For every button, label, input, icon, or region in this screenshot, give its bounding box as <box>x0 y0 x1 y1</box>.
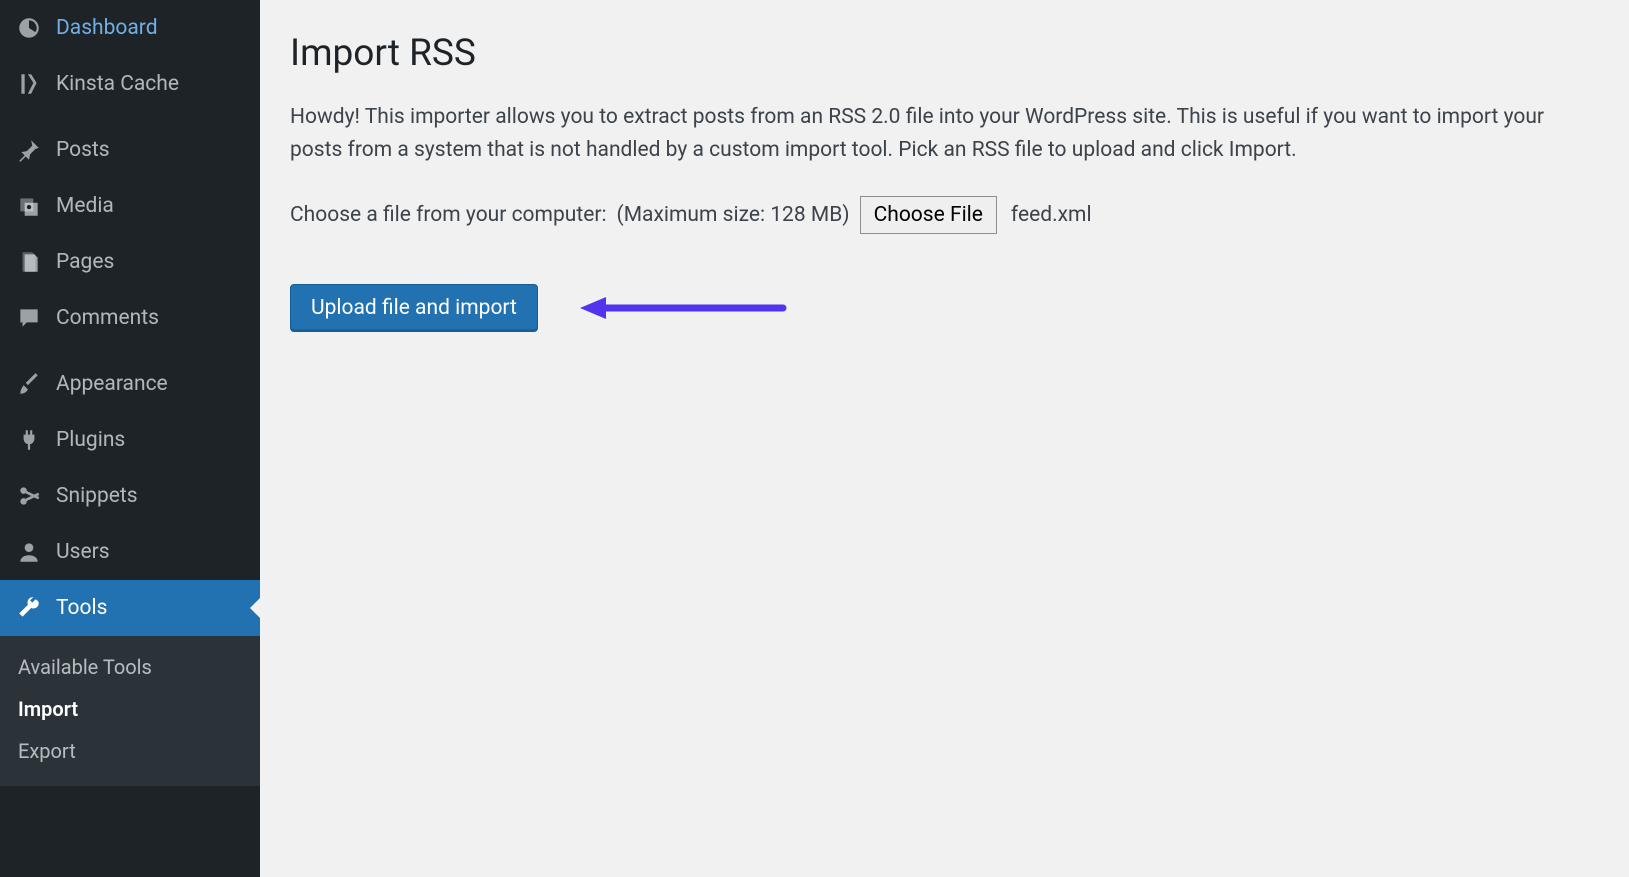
sidebar-separator <box>0 346 260 356</box>
arrow-annotation-icon <box>578 294 788 322</box>
sidebar-item-label: Tools <box>56 596 246 620</box>
sidebar-item-label: Posts <box>56 138 246 162</box>
page-title: Import RSS <box>290 32 1599 75</box>
sidebar-item-comments[interactable]: Comments <box>0 290 260 346</box>
dashboard-icon <box>14 13 44 43</box>
wrench-icon <box>14 593 44 623</box>
submenu-item-label: Export <box>18 739 76 763</box>
pin-icon <box>14 135 44 165</box>
user-icon <box>14 537 44 567</box>
choose-file-button[interactable]: Choose File <box>860 196 997 234</box>
sidebar-item-label: Plugins <box>56 428 246 452</box>
submenu-item-label: Import <box>18 697 78 721</box>
content-area: Import RSS Howdy! This importer allows y… <box>260 0 1629 877</box>
intro-text: Howdy! This importer allows you to extra… <box>290 101 1599 166</box>
sidebar-item-users[interactable]: Users <box>0 524 260 580</box>
sidebar-separator <box>0 112 260 122</box>
kinsta-icon <box>14 69 44 99</box>
sidebar-item-dashboard[interactable]: Dashboard <box>0 0 260 56</box>
submenu-item-available-tools[interactable]: Available Tools <box>0 646 260 688</box>
pages-icon <box>14 247 44 277</box>
choose-file-label: Choose a file from your computer: <box>290 203 607 227</box>
sidebar-item-tools[interactable]: Tools <box>0 580 260 636</box>
sidebar-item-label: Dashboard <box>56 16 246 40</box>
sidebar-item-label: Media <box>56 194 246 218</box>
action-row: Upload file and import <box>290 284 1599 332</box>
sidebar-item-appearance[interactable]: Appearance <box>0 356 260 412</box>
file-upload-row: Choose a file from your computer: (Maxim… <box>290 196 1599 234</box>
sidebar-item-label: Appearance <box>56 372 246 396</box>
sidebar-item-label: Users <box>56 540 246 564</box>
max-size-label: (Maximum size: 128 MB) <box>617 203 850 227</box>
brush-icon <box>14 369 44 399</box>
submenu-item-import[interactable]: Import <box>0 688 260 730</box>
submenu-item-export[interactable]: Export <box>0 730 260 772</box>
sidebar-item-posts[interactable]: Posts <box>0 122 260 178</box>
comment-icon <box>14 303 44 333</box>
sidebar-item-label: Snippets <box>56 484 246 508</box>
sidebar-item-kinsta-cache[interactable]: Kinsta Cache <box>0 56 260 112</box>
sidebar-item-plugins[interactable]: Plugins <box>0 412 260 468</box>
upload-import-button[interactable]: Upload file and import <box>290 284 538 332</box>
sidebar-item-label: Comments <box>56 306 246 330</box>
sidebar-item-label: Kinsta Cache <box>56 72 246 96</box>
admin-sidebar: Dashboard Kinsta Cache Posts Media Pages… <box>0 0 260 877</box>
submenu-item-label: Available Tools <box>18 655 152 679</box>
scissors-icon <box>14 481 44 511</box>
sidebar-submenu-tools: Available Tools Import Export <box>0 636 260 786</box>
sidebar-item-label: Pages <box>56 250 246 274</box>
sidebar-item-media[interactable]: Media <box>0 178 260 234</box>
plug-icon <box>14 425 44 455</box>
media-icon <box>14 191 44 221</box>
selected-filename: feed.xml <box>1011 203 1092 227</box>
sidebar-item-snippets[interactable]: Snippets <box>0 468 260 524</box>
sidebar-item-pages[interactable]: Pages <box>0 234 260 290</box>
